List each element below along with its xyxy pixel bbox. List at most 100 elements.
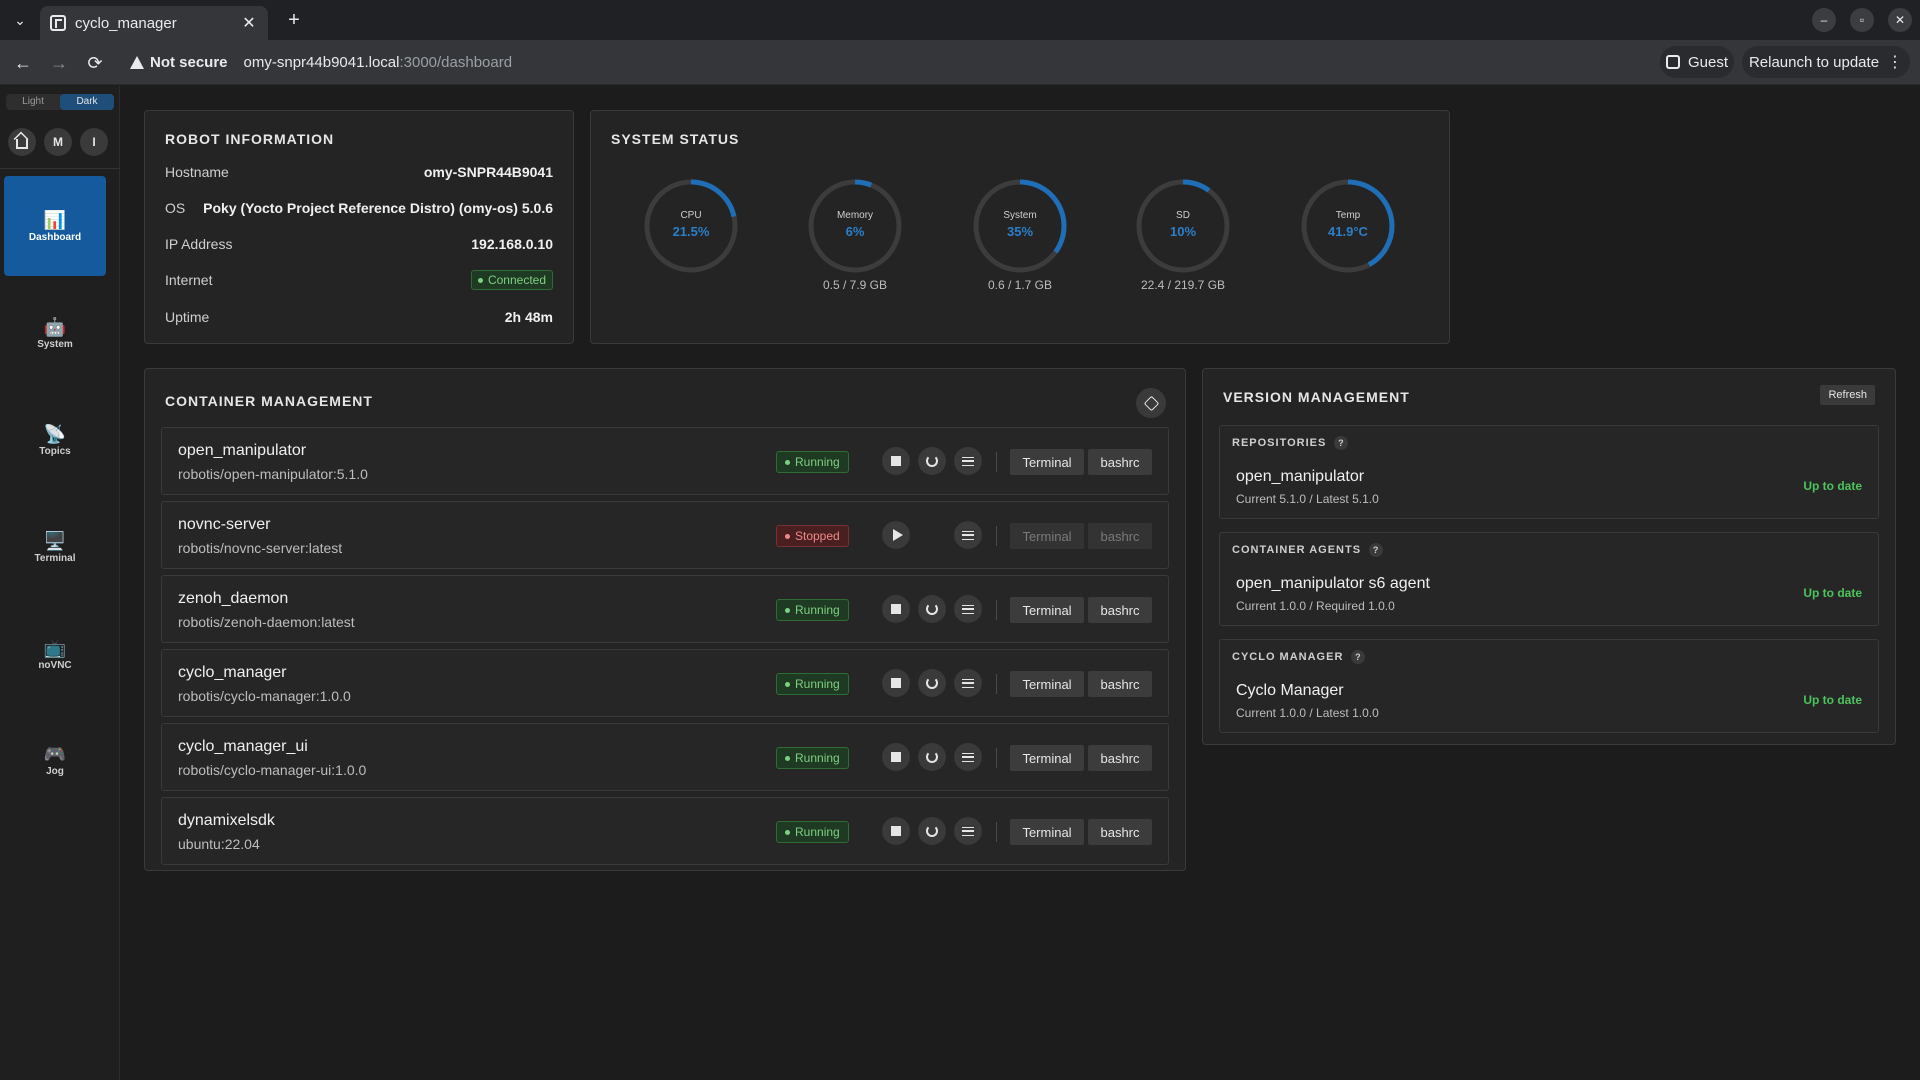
status-dot-icon [785,681,790,687]
chart-icon: 📊 [43,209,67,230]
container-image: robotis/novnc-server:latest [178,540,343,556]
bashrc-button[interactable]: bashrc [1088,449,1152,475]
logs-button[interactable] [954,595,982,623]
relaunch-button[interactable]: Relaunch to update ⋮ [1742,46,1910,78]
tab-search-button[interactable]: ⌄ [6,6,34,34]
stop-button[interactable] [882,743,910,771]
gauge-temp: Temp 41.9°C [1298,176,1398,276]
reload-button[interactable]: ⟳ [80,48,110,78]
terminal-button[interactable]: Terminal [1010,597,1084,623]
minimize-button[interactable]: – [1812,8,1836,32]
tab-close-icon[interactable]: ✕ [240,13,258,33]
version-status: Up to date [1803,586,1862,600]
help-icon[interactable]: ? [1351,650,1366,664]
terminal-button[interactable]: Terminal [1010,523,1084,549]
restart-button[interactable] [918,447,946,475]
sidebar-item-label: System [37,338,73,350]
info-label: IP Address [165,236,233,252]
theme-light-option[interactable]: Light [6,94,60,110]
version-card-heading: CONTAINER AGENTS? [1232,543,1384,557]
terminal-button[interactable]: Terminal [1010,671,1084,697]
logs-button[interactable] [954,447,982,475]
home-icon [16,139,28,149]
menu-icon[interactable]: ⋮ [1887,52,1903,72]
sidebar-item-label: Dashboard [28,231,82,243]
status-dot-icon [785,755,790,761]
logs-icon [962,456,974,466]
bashrc-button[interactable]: bashrc [1088,819,1152,845]
logs-button[interactable] [954,817,982,845]
maximize-button[interactable]: ▫ [1850,8,1874,32]
forward-button[interactable]: → [44,48,74,78]
theme-dark-option[interactable]: Dark [60,94,114,110]
gauge-memory: Memory 6% 0.5 / 7.9 GB [805,176,905,292]
bashrc-button[interactable]: bashrc [1088,523,1152,549]
logs-button[interactable] [954,743,982,771]
sidebar-item-dashboard[interactable]: 📊 Dashboard [4,176,106,276]
theme-toggle[interactable]: Light Dark [6,94,114,110]
terminal-button[interactable]: Terminal [1010,819,1084,845]
bashrc-button[interactable]: bashrc [1088,671,1152,697]
bashrc-button[interactable]: bashrc [1088,745,1152,771]
help-icon[interactable]: ? [1369,543,1384,557]
help-icon[interactable]: ? [1334,436,1349,450]
quick-button-i[interactable]: I [80,128,108,156]
stop-button[interactable] [882,817,910,845]
browser-tab[interactable]: cyclo_manager ✕ [40,6,268,40]
robot-info-title: ROBOT INFORMATION [165,131,335,147]
button-divider [996,674,997,694]
close-window-button[interactable]: ✕ [1888,8,1912,32]
start-button[interactable] [882,521,910,549]
logs-icon [962,678,974,688]
sidebar-item-terminal[interactable]: 🖥️ Terminal [4,497,106,597]
address-bar[interactable]: Not secure omy-snpr44b9041.local :3000/d… [120,46,1640,79]
restart-button[interactable] [918,669,946,697]
stop-icon [891,752,901,762]
gamepad-icon: 🎮 [43,743,67,764]
info-label: Internet [165,272,213,288]
logs-icon [962,530,974,540]
logs-icon [962,604,974,614]
sidebar-item-jog[interactable]: 🎮 Jog [4,710,106,810]
refresh-button[interactable]: Refresh [1820,385,1875,405]
container-images-button[interactable] [1136,388,1166,418]
sidebar-item-system[interactable]: 🤖 System [4,283,106,383]
restart-button[interactable] [918,817,946,845]
stop-icon [891,604,901,614]
stop-button[interactable] [882,595,910,623]
version-item-versions: Current 1.0.0 / Latest 1.0.0 [1236,706,1379,720]
restart-button[interactable] [918,743,946,771]
os-value: Poky (Yocto Project Reference Distro) (o… [203,200,553,216]
bashrc-button[interactable]: bashrc [1088,597,1152,623]
status-dot-icon [785,533,790,539]
terminal-button[interactable]: Terminal [1010,449,1084,475]
gauge-cpu: CPU 21.5% [641,176,741,276]
sidebar-item-label: noVNC [38,659,72,671]
gauge-usage-text: 22.4 / 219.7 GB [1140,278,1226,292]
gauge-label: Temp [1335,210,1361,221]
logs-button[interactable] [954,669,982,697]
version-card-heading: REPOSITORIES? [1232,436,1349,450]
sidebar-item-topics[interactable]: 📡 Topics [4,390,106,490]
stop-button[interactable] [882,447,910,475]
sidebar-item-label: Topics [39,445,71,457]
stop-icon [891,456,901,466]
system-status-title: SYSTEM STATUS [611,131,740,147]
quick-button-m[interactable]: M [44,128,72,156]
security-indicator[interactable]: Not secure [150,54,228,71]
version-management-panel: VERSION MANAGEMENT Refresh REPOSITORIES?… [1202,368,1896,745]
container-status-text: Running [795,677,840,691]
logs-button[interactable] [954,521,982,549]
home-button[interactable] [8,128,36,156]
back-button[interactable]: ← [8,48,38,78]
button-divider [996,748,997,768]
gauge-usage-text: 0.6 / 1.7 GB [987,278,1053,292]
robot-icon: 🤖 [43,316,67,337]
profile-button[interactable]: Guest [1660,46,1734,78]
info-row-internet: Internet Connected [165,269,553,291]
terminal-button[interactable]: Terminal [1010,745,1084,771]
new-tab-button[interactable]: + [280,6,308,34]
sidebar-item-novnc[interactable]: 📺 noVNC [4,604,106,704]
restart-button[interactable] [918,595,946,623]
stop-button[interactable] [882,669,910,697]
